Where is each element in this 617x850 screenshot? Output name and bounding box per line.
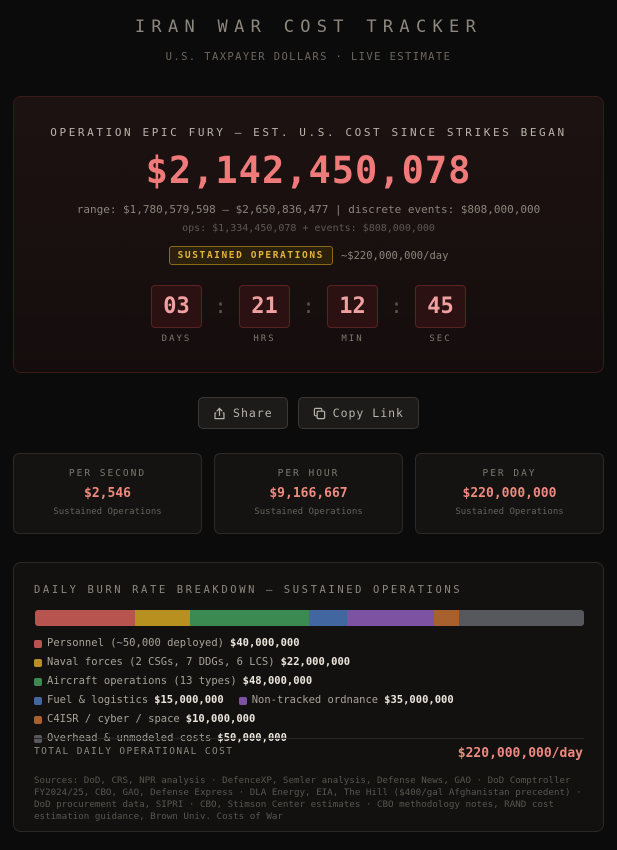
page-title: IRAN WAR COST TRACKER (134, 17, 483, 37)
legend-item: C4ISR / cyber / space $10,000,000 (34, 712, 255, 727)
legend-name: Non-tracked ordnance (251, 694, 379, 706)
legend-item: Personnel (~50,000 deployed) $40,000,000 (34, 636, 584, 651)
breakdown-bar-segment (35, 610, 135, 626)
cost-summary-panel: OPERATION EPIC FURY — EST. U.S. COST SIN… (13, 96, 604, 373)
legend-value: $35,000,000 (384, 694, 454, 706)
ops-events-split: ops: $1,334,450,078 + events: $808,000,0… (182, 223, 435, 234)
sources-note: Sources: DoD, CRS, NPR analysis · Defenc… (34, 775, 582, 822)
status-badge: SUSTAINED OPERATIONS (168, 246, 333, 265)
rate-subtitle: Sustained Operations (53, 507, 162, 517)
timer-days-label: DAYS (161, 334, 192, 344)
rate-value: $9,166,667 (269, 486, 348, 501)
breakdown-bar-segment (434, 610, 460, 626)
breakdown-bar-segment (189, 610, 310, 626)
legend-swatch (34, 715, 42, 724)
timer-hours: 21 HRS (239, 285, 290, 344)
timer-minutes-label: MIN (341, 334, 364, 344)
rate-label: PER DAY (482, 468, 537, 479)
legend-name: Personnel (~50,000 deployed) (47, 637, 225, 649)
timer-separator: : (390, 294, 403, 318)
legend-swatch (34, 696, 42, 705)
legend-name: Fuel & logistics (47, 694, 149, 706)
legend-value: $10,000,000 (185, 713, 256, 725)
status-daily-rate: ~$220,000,000/day (340, 249, 449, 262)
page-subtitle: U.S. TAXPAYER DOLLARS · LIVE ESTIMATE (165, 51, 452, 63)
breakdown-bar-segment (459, 610, 584, 626)
legend-item: Naval forces (2 CSGs, 7 DDGs, 6 LCS) $22,… (34, 655, 584, 670)
timer-hours-value: 21 (239, 285, 290, 328)
timer-seconds-value: 45 (415, 285, 466, 328)
total-daily-label: TOTAL DAILY OPERATIONAL COST (34, 746, 234, 757)
action-row: Share Copy Link (0, 397, 617, 429)
breakdown-title: DAILY BURN RATE BREAKDOWN — SUSTAINED OP… (34, 584, 463, 596)
cost-range: range: $1,780,579,598 – $2,650,836,477 |… (76, 203, 541, 216)
timer-separator: : (302, 294, 315, 318)
rate-value: $220,000,000 (462, 486, 557, 501)
rate-card-per-day: PER DAY $220,000,000 Sustained Operation… (415, 453, 604, 534)
legend-swatch (34, 639, 42, 648)
timer-seconds: 45 SEC (415, 285, 466, 344)
share-icon (214, 407, 225, 419)
rate-subtitle: Sustained Operations (254, 507, 363, 517)
rate-label: PER HOUR (277, 468, 340, 479)
rate-label: PER SECOND (68, 468, 147, 479)
breakdown-legend: Personnel (~50,000 deployed) $40,000,000 N… (34, 636, 584, 746)
legend-item: Fuel & logistics $15,000,000 (34, 693, 224, 708)
legend-value: $40,000,000 (230, 637, 300, 649)
share-button-label: Share (233, 406, 273, 420)
rate-value: $2,546 (84, 486, 131, 501)
legend-swatch (34, 677, 42, 686)
legend-value: $48,000,000 (242, 675, 313, 687)
divider (34, 738, 584, 739)
timer-hours-label: HRS (253, 334, 276, 344)
copy-link-button[interactable]: Copy Link (297, 397, 419, 429)
hero-label: OPERATION EPIC FURY — EST. U.S. COST SIN… (50, 126, 567, 139)
breakdown-stacked-bar (35, 610, 584, 626)
legend-swatch (34, 658, 42, 667)
timer-minutes-value: 12 (327, 285, 378, 328)
timer-days: 03 DAYS (151, 285, 202, 344)
breakdown-bar-segment (134, 610, 190, 626)
rate-subtitle: Sustained Operations (455, 507, 564, 517)
legend-item: Aircraft operations (13 types) $48,000,00… (34, 674, 584, 689)
burn-rate-breakdown: DAILY BURN RATE BREAKDOWN — SUSTAINED OP… (13, 562, 604, 832)
timer-minutes: 12 MIN (327, 285, 378, 344)
rate-card-per-second: PER SECOND $2,546 Sustained Operations (13, 453, 202, 534)
copy-icon (313, 407, 325, 419)
rate-cards: PER SECOND $2,546 Sustained Operations P… (13, 453, 604, 534)
timer-separator: : (214, 294, 227, 318)
elapsed-timer: 03 DAYS : 21 HRS : 12 MIN : 45 SEC (14, 285, 603, 344)
legend-name: Aircraft operations (13 types) (47, 675, 237, 687)
share-button[interactable]: Share (198, 397, 288, 429)
rate-card-per-hour: PER HOUR $9,166,667 Sustained Operations (214, 453, 403, 534)
status-row: SUSTAINED OPERATIONS ~$220,000,000/day (14, 246, 603, 265)
total-daily-value: $220,000,000/day (457, 746, 583, 761)
timer-days-value: 03 (151, 285, 202, 328)
timer-seconds-label: SEC (429, 334, 452, 344)
legend-name: C4ISR / cyber / space (47, 713, 180, 725)
legend-swatch (238, 696, 247, 705)
legend-value: $22,000,000 (280, 656, 351, 668)
legend-name: Naval forces (2 CSGs, 7 DDGs, 6 LCS) (47, 656, 275, 668)
legend-item: Non-tracked ordnance $35,000,000 (238, 693, 454, 708)
total-cost-amount: $2,142,450,078 (145, 149, 472, 192)
breakdown-bar-segment (346, 610, 435, 626)
breakdown-bar-segment (309, 610, 347, 626)
legend-value: $15,000,000 (154, 694, 224, 706)
copy-link-button-label: Copy Link (332, 406, 404, 420)
